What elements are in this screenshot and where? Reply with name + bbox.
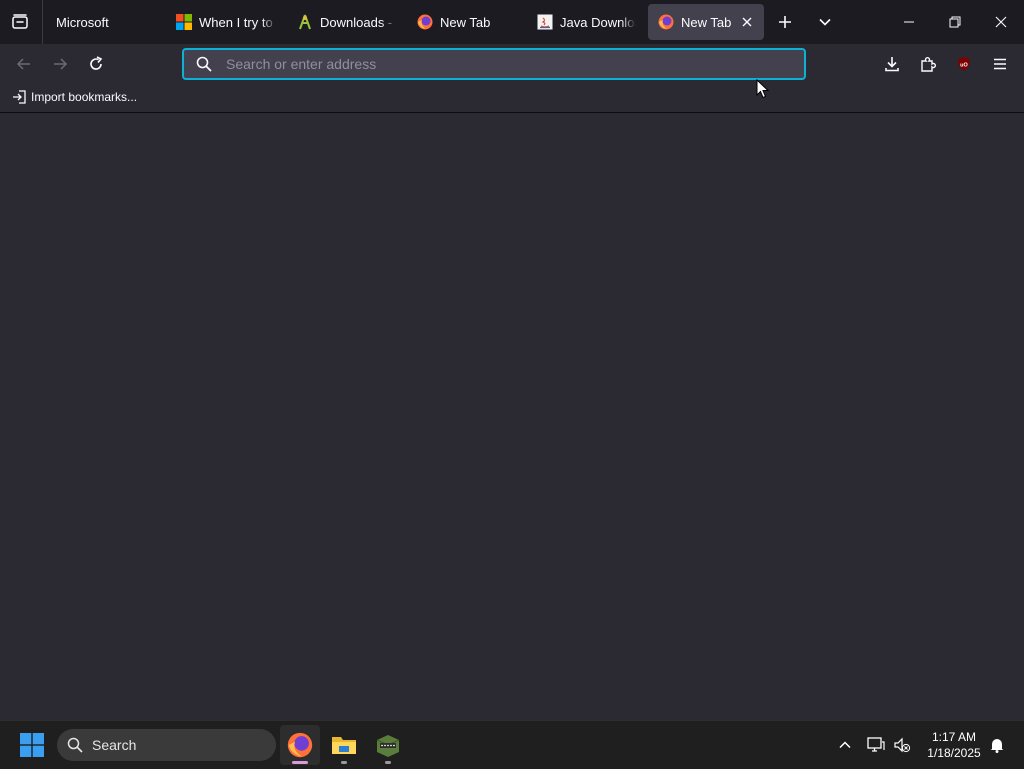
clock-time: 1:17 AM: [931, 730, 977, 744]
app-menu-button[interactable]: [986, 50, 1014, 78]
ublock-origin-button[interactable]: uO: [950, 50, 978, 78]
restore-button[interactable]: [932, 0, 978, 44]
volume-button[interactable]: [891, 721, 913, 769]
firefox-view-icon: [12, 14, 28, 29]
page-content-area[interactable]: [0, 113, 1024, 720]
extensions-button[interactable]: [914, 50, 942, 78]
tab-when-i-try[interactable]: When I try to: [166, 4, 284, 40]
speaker-muted-icon: [894, 737, 911, 753]
taskbar-app-firefox[interactable]: [280, 725, 320, 765]
tab-downloads[interactable]: Downloads - F: [287, 4, 403, 40]
ublock-shield-icon: uO: [958, 57, 970, 71]
taskbar-app-minecraft-launcher[interactable]: [368, 725, 408, 765]
address-input[interactable]: [226, 56, 804, 72]
windows-logo-icon: [20, 733, 44, 757]
plus-icon: [779, 16, 791, 28]
minimize-icon: [904, 21, 914, 23]
folder-icon: [332, 737, 356, 754]
notifications-button[interactable]: [986, 721, 1008, 769]
downloads-button[interactable]: [878, 50, 906, 78]
tab-strip: Microsoft When I try to Downloads - F Ne…: [0, 0, 1024, 44]
tab-label: Microsoft: [56, 14, 109, 30]
tab-microsoft[interactable]: Microsoft: [46, 4, 166, 40]
active-app-indicator: [292, 761, 308, 764]
network-status-button[interactable]: [864, 721, 888, 769]
puzzle-piece-icon: [921, 57, 936, 72]
network-monitor-icon: [867, 737, 885, 752]
reload-button[interactable]: [82, 50, 110, 78]
reload-icon: [90, 56, 103, 70]
show-hidden-icons-button[interactable]: [834, 721, 856, 769]
download-icon: [885, 57, 899, 72]
close-icon: [995, 16, 1007, 28]
running-app-indicator: [385, 761, 391, 764]
restore-icon: [949, 16, 961, 28]
taskbar-search-box[interactable]: Search: [57, 729, 276, 761]
windows-taskbar: Search 1:17 AM 1/18/2025: [0, 720, 1024, 769]
tab-label: Downloads - F: [320, 14, 396, 30]
taskbar-clock[interactable]: 1:17 AM 1/18/2025: [918, 729, 990, 761]
hamburger-menu-icon: [994, 58, 1006, 70]
search-icon: [196, 56, 212, 72]
tab-label: New Tab: [440, 14, 491, 30]
import-icon: [13, 90, 26, 104]
close-window-button[interactable]: [978, 0, 1024, 44]
firefox-icon: [658, 14, 674, 30]
bell-icon: [990, 739, 1004, 753]
tab-new-tab-selected[interactable]: New Tab: [648, 4, 764, 40]
search-icon: [67, 737, 83, 753]
clock-date: 1/18/2025: [927, 746, 981, 760]
close-tab-icon[interactable]: [739, 14, 755, 30]
navigation-toolbar: uO: [0, 44, 1024, 84]
running-app-indicator: [341, 761, 347, 764]
forward-arrow-icon: [54, 58, 68, 70]
tab-label: When I try to: [199, 14, 273, 30]
taskbar-app-file-explorer[interactable]: [324, 725, 364, 765]
tab-separator: [42, 0, 43, 44]
tab-java-downloads[interactable]: Java Downloa: [527, 4, 645, 40]
firefox-icon: [287, 732, 313, 758]
taskbar-search-label: Search: [92, 737, 137, 753]
tab-new-tab[interactable]: New Tab: [407, 4, 525, 40]
forward-button[interactable]: [46, 50, 74, 78]
new-tab-button[interactable]: [771, 8, 799, 36]
mouse-cursor-icon: [756, 79, 770, 99]
import-bookmarks-button[interactable]: Import bookmarks...: [12, 90, 137, 104]
chevron-down-icon: [819, 18, 831, 26]
java-icon: [537, 14, 553, 30]
firefox-icon: [417, 14, 433, 30]
microsoft-logo-icon: [176, 14, 192, 30]
firefox-view-button[interactable]: [8, 11, 32, 33]
back-button[interactable]: [10, 50, 38, 78]
tab-label: New Tab: [681, 14, 732, 30]
chevron-up-icon: [839, 741, 851, 749]
minimize-button[interactable]: [886, 0, 932, 44]
list-all-tabs-button[interactable]: [811, 8, 839, 36]
start-button[interactable]: [12, 725, 52, 765]
ublock-badge-text: uO: [960, 63, 968, 69]
import-bookmarks-label: Import bookmarks...: [31, 90, 138, 104]
address-bar[interactable]: [182, 48, 806, 80]
minecraft-launcher-icon: [376, 735, 400, 757]
back-arrow-icon: [16, 58, 30, 70]
downloads-site-icon: [299, 14, 311, 30]
tab-label: Java Downloa: [560, 14, 636, 30]
bookmarks-toolbar: Import bookmarks...: [0, 84, 1024, 113]
